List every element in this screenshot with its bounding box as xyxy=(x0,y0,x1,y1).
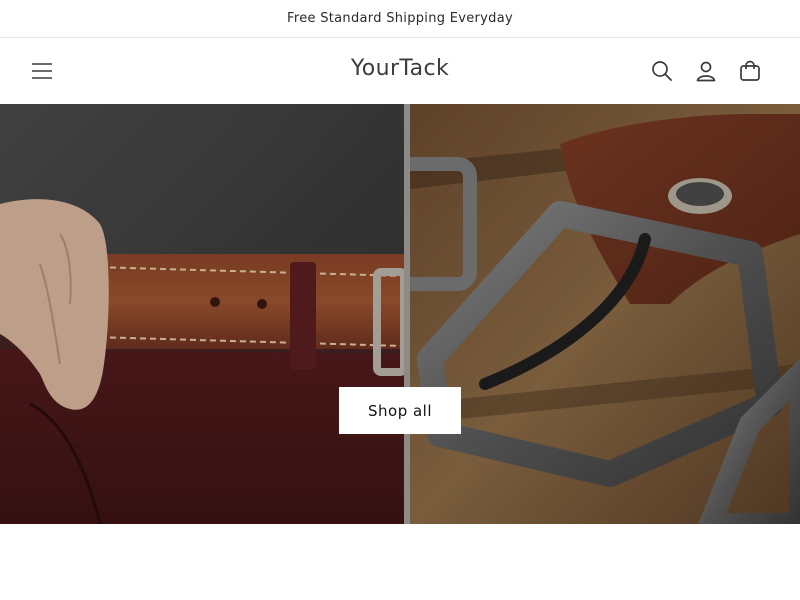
hamburger-menu-icon xyxy=(32,63,52,79)
content-section xyxy=(0,524,800,600)
shop-all-button[interactable]: Shop all xyxy=(339,387,461,434)
cart-button[interactable] xyxy=(736,57,764,85)
hero-banner: Shop all xyxy=(0,104,800,524)
man-wearing-belt-image xyxy=(0,104,404,524)
menu-button[interactable] xyxy=(28,57,56,85)
site-logo[interactable]: YourTack xyxy=(300,56,500,81)
shopping-bag-icon xyxy=(740,60,760,81)
account-button[interactable] xyxy=(692,57,720,85)
site-header: YourTack xyxy=(0,38,800,104)
search-icon xyxy=(652,61,672,81)
belt-buckle-closeup-image xyxy=(410,104,800,524)
user-icon xyxy=(696,61,716,82)
announcement-text: Free Standard Shipping Everyday xyxy=(287,11,513,26)
search-button[interactable] xyxy=(648,57,676,85)
announcement-bar: Free Standard Shipping Everyday xyxy=(0,0,800,38)
